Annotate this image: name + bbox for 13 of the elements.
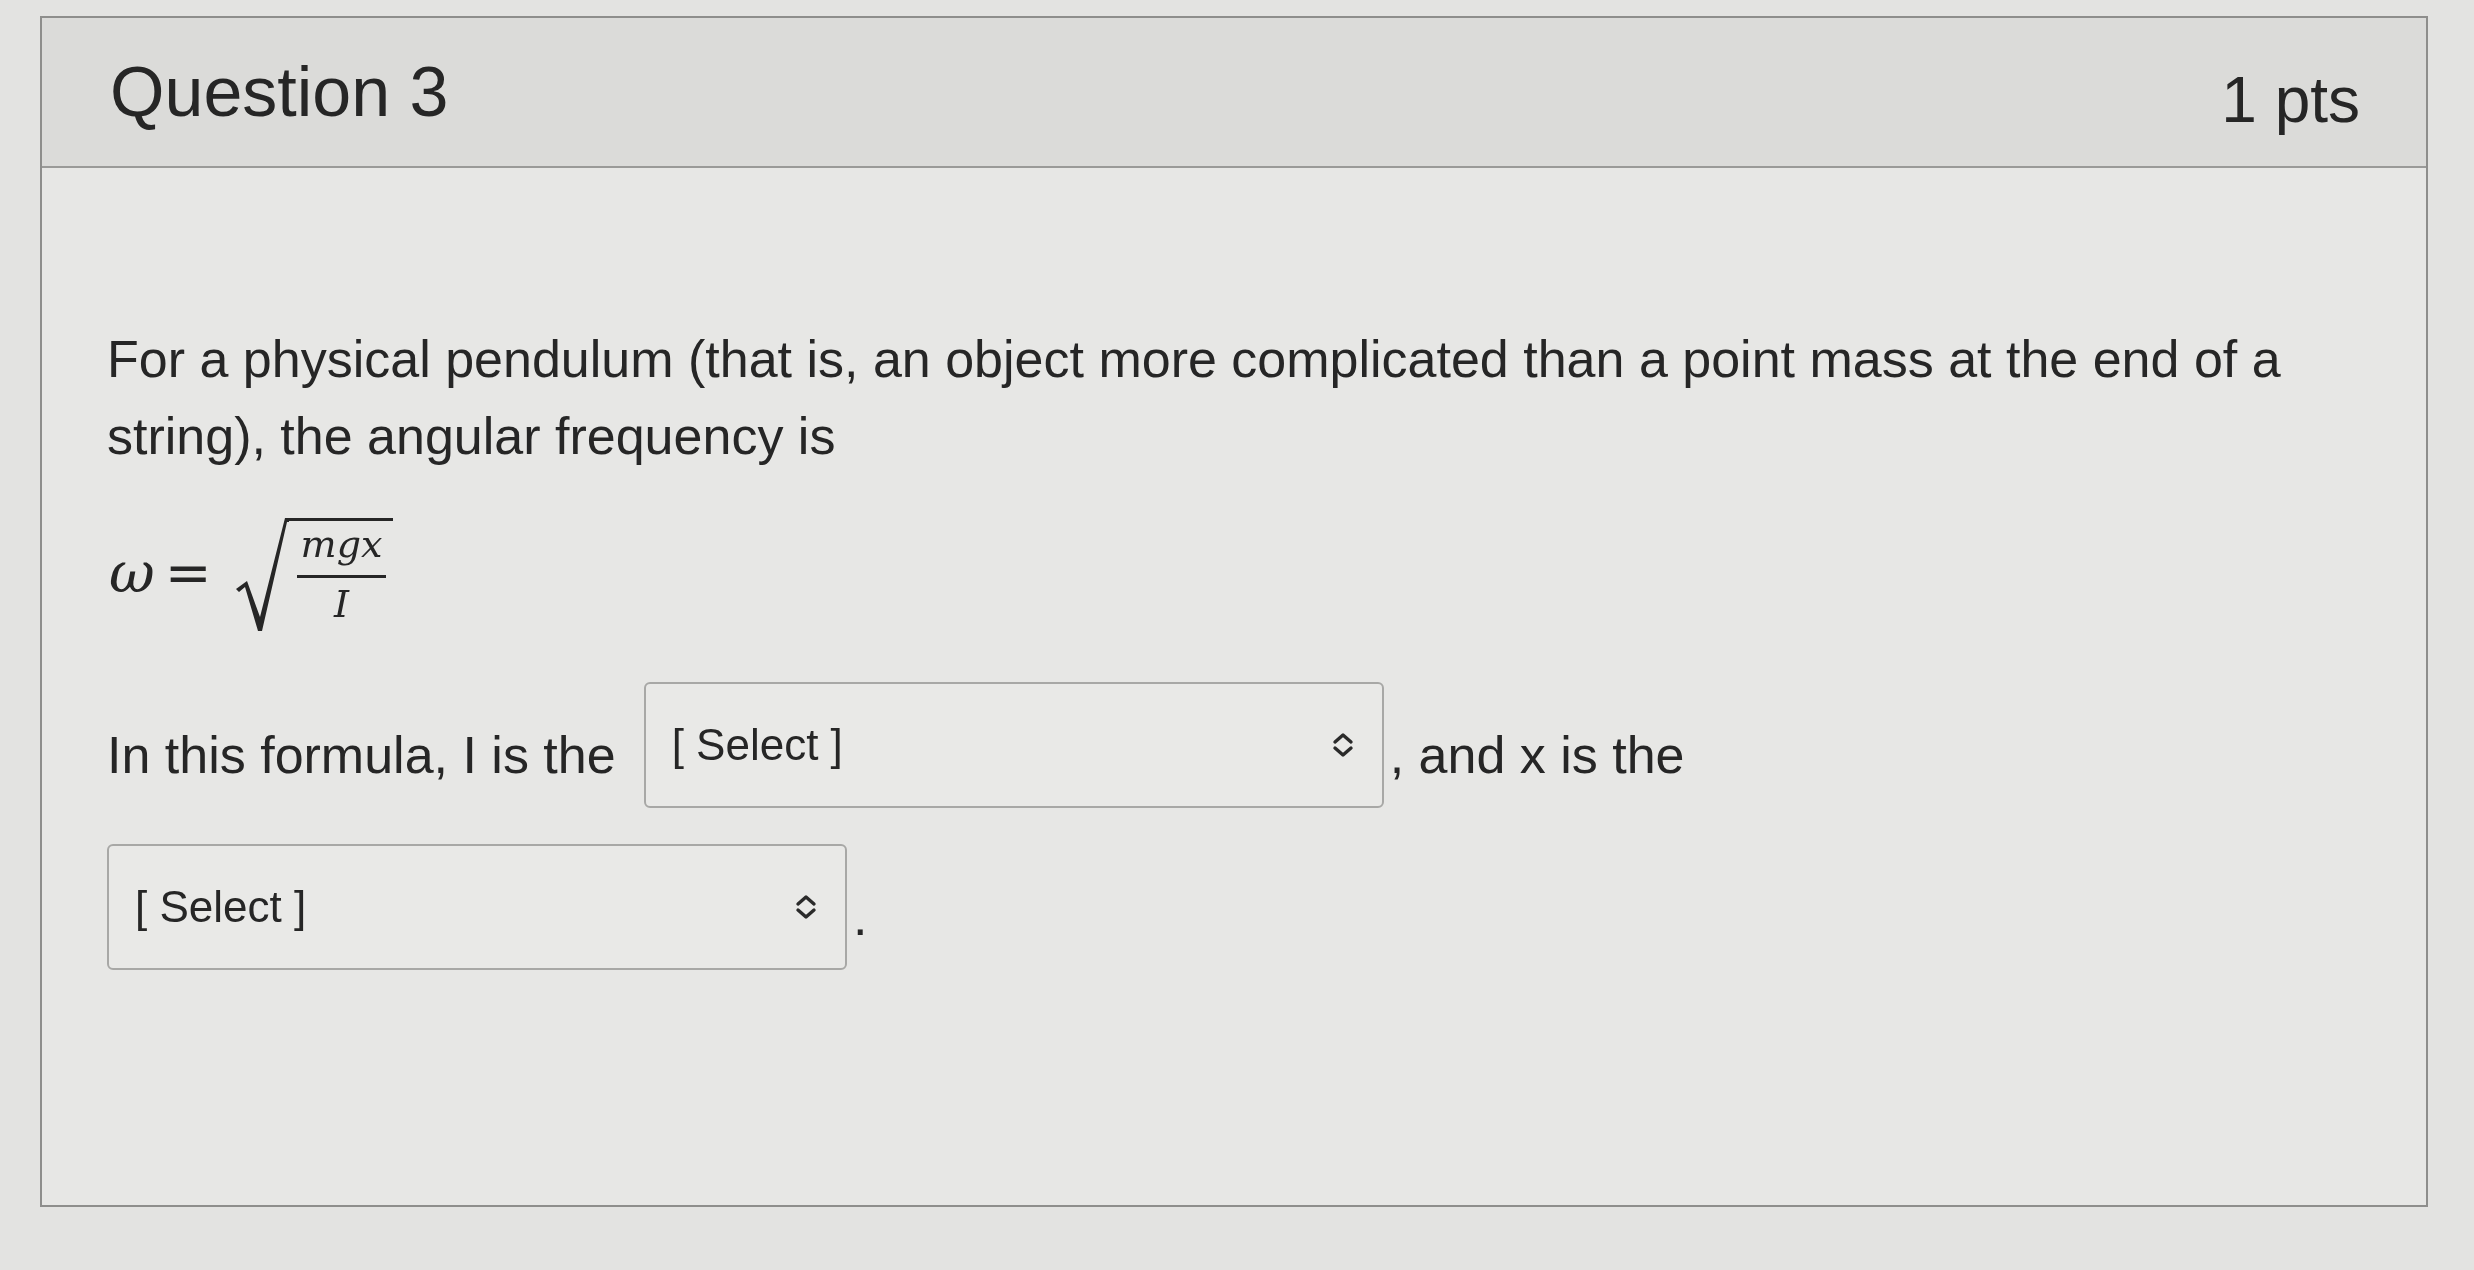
up-down-chevron-icon	[1331, 732, 1354, 758]
question-text: For a physical pendulum (that is, an object more complicated than a point mass at the end of a string), the angular frequency is	[107, 329, 2282, 467]
up-down-chevron-icon	[795, 894, 817, 920]
points-label: 1 pts	[2221, 64, 2360, 136]
sentence-text: .	[853, 886, 868, 948]
sentence-text: , and x is the	[1389, 724, 1685, 786]
equals-sign: =	[164, 545, 212, 601]
omega-symbol: ω	[109, 545, 155, 601]
denominator-text: I	[332, 585, 351, 623]
question-title: Question 3	[110, 53, 449, 131]
answer-dropdown[interactable]: [ Select ]	[107, 844, 847, 970]
answer-dropdown[interactable]: [ Select ]	[643, 682, 1384, 808]
sentence-text: In this formula, I is the	[107, 724, 616, 786]
